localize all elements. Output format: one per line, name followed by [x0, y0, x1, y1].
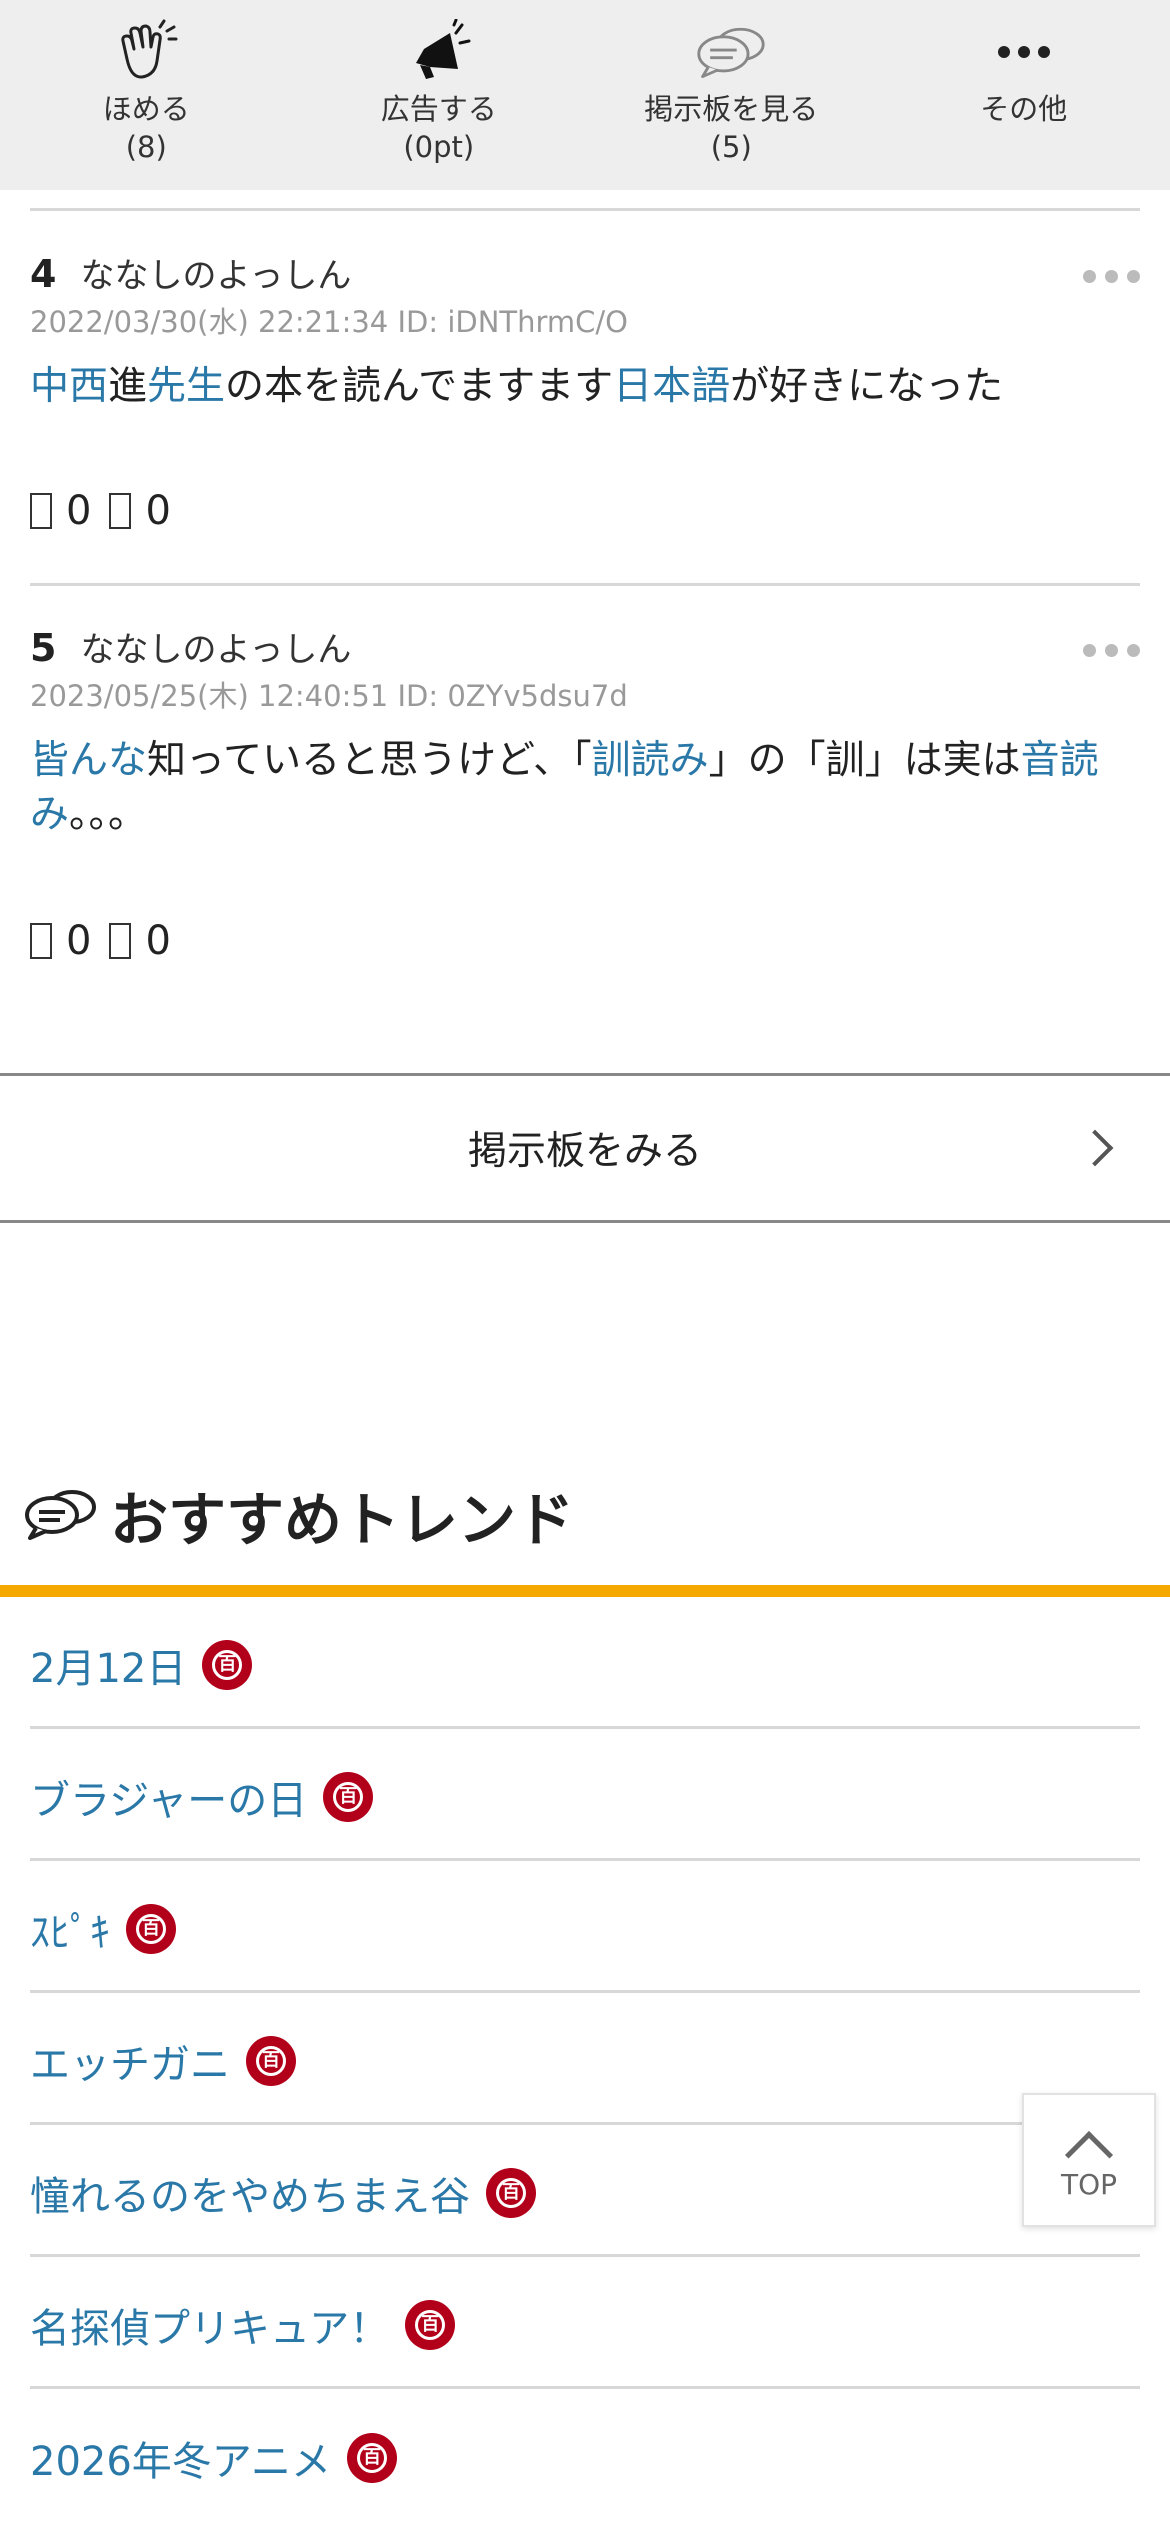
bad-count: 0 — [145, 488, 171, 534]
good-count: 0 — [66, 918, 92, 964]
dictionary-badge-icon: 百 — [347, 2433, 397, 2483]
clap-icon — [110, 18, 182, 86]
trend-item-label: 2026年冬アニメ — [30, 2439, 331, 2485]
trend-item[interactable]: 2026年冬アニメ 百 — [30, 2389, 1140, 2521]
comment-header: 4 ななしのよっしん — [30, 248, 1140, 298]
view-board-count: (5) — [710, 130, 752, 164]
trend-item[interactable]: ｽﾋﾟｷ 百 — [30, 1861, 1140, 1993]
bad-count: 0 — [145, 918, 171, 964]
trend-item[interactable]: 名探偵プリキュア！ 百 — [30, 2257, 1140, 2389]
bad-vote-icon[interactable] — [109, 493, 132, 529]
comment-author: ななしのよっしん — [80, 630, 352, 670]
trend-item-label: 2月12日 — [30, 1645, 187, 1692]
trend-section-header: おすすめトレンド — [22, 1470, 574, 1560]
dictionary-badge-icon: 百 — [126, 1903, 176, 1954]
trend-list: 2月12日 百 ブラジャーの日 百 ｽﾋﾟｷ 百 エッチガニ 百 憧れるのをやめ… — [30, 1597, 1140, 2521]
dictionary-badge-icon: 百 — [486, 2167, 536, 2218]
dictionary-badge-text: 百 — [212, 1649, 243, 1680]
view-board-link-label: 掲示板をみる — [467, 1129, 702, 1174]
comment-link[interactable]: 訓読み — [592, 738, 709, 783]
dictionary-badge-icon: 百 — [405, 2299, 456, 2350]
trend-item-label: エッチガニ — [30, 2041, 230, 2088]
view-board-action[interactable]: 掲示板を見る (5) — [585, 0, 878, 190]
scroll-to-top-button[interactable]: TOP — [1022, 2093, 1156, 2227]
comment-number: 4 — [30, 252, 57, 296]
dictionary-badge-icon: 百 — [202, 1639, 253, 1690]
chat-bubbles-icon — [22, 1485, 98, 1545]
dictionary-badge-text: 百 — [256, 2045, 286, 2076]
more-action[interactable]: その他 — [878, 0, 1170, 190]
dictionary-badge-text: 百 — [136, 1913, 166, 1944]
trend-item[interactable]: 憧れるのをやめちまえ谷 百 — [30, 2125, 1140, 2257]
comment-link[interactable]: 中西 — [30, 364, 108, 409]
comment-link[interactable]: 日本語 — [613, 364, 730, 409]
comment-number: 5 — [30, 626, 57, 670]
advertise-action[interactable]: 広告する (0pt) — [293, 0, 586, 190]
comment-votes: 0 0 — [30, 484, 1140, 538]
more-dots-icon — [988, 18, 1060, 86]
bad-vote-icon[interactable] — [109, 923, 132, 959]
comment-text: 進 — [108, 364, 148, 409]
praise-label: ほめる — [102, 92, 190, 126]
trend-item[interactable]: エッチガニ 百 — [30, 1993, 1140, 2125]
megaphone-icon — [403, 18, 475, 86]
comment-4: 4 ななしのよっしん 2022/03/30(水) 22:21:34 ID: iD… — [30, 248, 1140, 538]
comment-votes: 0 0 — [30, 914, 1140, 968]
comment-link[interactable]: 皆んな — [30, 738, 147, 783]
comment-link[interactable]: 先生 — [147, 364, 225, 409]
comment-meta: 2022/03/30(水) 22:21:34 ID: iDNThrmC/O — [30, 305, 629, 339]
comment-meta: 2023/05/25(木) 12:40:51 ID: 0ZYv5dsu7d — [30, 679, 628, 713]
comment-author: ななしのよっしん — [80, 256, 352, 296]
comment-text: 知っていると思うけど、「 — [147, 738, 592, 783]
trend-item-label: ブラジャーの日 — [30, 1777, 308, 1824]
dictionary-badge-text: 百 — [415, 2309, 446, 2340]
trend-item[interactable]: ブラジャーの日 百 — [30, 1729, 1140, 1861]
dictionary-badge-text: 百 — [333, 1781, 364, 1812]
more-label: その他 — [980, 92, 1068, 126]
praise-action[interactable]: ほめる (8) — [0, 0, 293, 190]
action-bar: ほめる (8) 広告する (0pt) 掲示板を見る (5) その他 — [0, 0, 1170, 190]
comment-body: 中西進先生の本を読んでますます日本語が好きになった — [30, 360, 1140, 414]
dictionary-badge-icon: 百 — [246, 2035, 296, 2086]
comment-divider — [30, 583, 1140, 586]
comment-text: の本を読んでますます — [225, 364, 614, 409]
comment-text: が好きになった — [730, 364, 1004, 409]
comment-menu-icon[interactable] — [1083, 270, 1140, 283]
good-vote-icon[interactable] — [30, 923, 52, 959]
comment-body: 皆んな知っていると思うけど、「訓読み」の「訓」は実は音読み。。。 — [30, 734, 1140, 842]
trend-accent-bar — [0, 1585, 1170, 1597]
view-board-label: 掲示板を見る — [644, 92, 819, 126]
dictionary-badge-text: 百 — [357, 2443, 387, 2473]
trend-item-label: 憧れるのをやめちまえ谷 — [30, 2173, 470, 2220]
praise-count: (8) — [125, 130, 167, 164]
good-count: 0 — [66, 488, 92, 534]
chat-bubbles-icon — [695, 18, 767, 86]
advertise-count: (0pt) — [403, 130, 475, 164]
trend-item-label: ｽﾋﾟｷ — [30, 1909, 110, 1956]
trend-item[interactable]: 2月12日 百 — [30, 1597, 1140, 1729]
comment-text: 。。。 — [69, 792, 148, 837]
advertise-label: 広告する — [380, 92, 497, 126]
dictionary-badge-text: 百 — [496, 2177, 526, 2208]
comment-text: 」の「訓」は実は — [708, 738, 1021, 783]
view-board-link[interactable]: 掲示板をみる — [0, 1073, 1170, 1223]
trend-section-title: おすすめトレンド — [110, 1486, 575, 1554]
chevron-right-icon — [1076, 1129, 1114, 1167]
trend-item-label: 名探偵プリキュア！ — [30, 2305, 390, 2352]
dictionary-badge-icon: 百 — [323, 1771, 374, 1822]
comment-menu-icon[interactable] — [1083, 644, 1140, 657]
comment-5: 5 ななしのよっしん 2023/05/25(木) 12:40:51 ID: 0Z… — [30, 622, 1140, 968]
comment-header: 5 ななしのよっしん — [30, 622, 1140, 672]
good-vote-icon[interactable] — [30, 493, 52, 529]
comment-divider — [30, 208, 1140, 211]
